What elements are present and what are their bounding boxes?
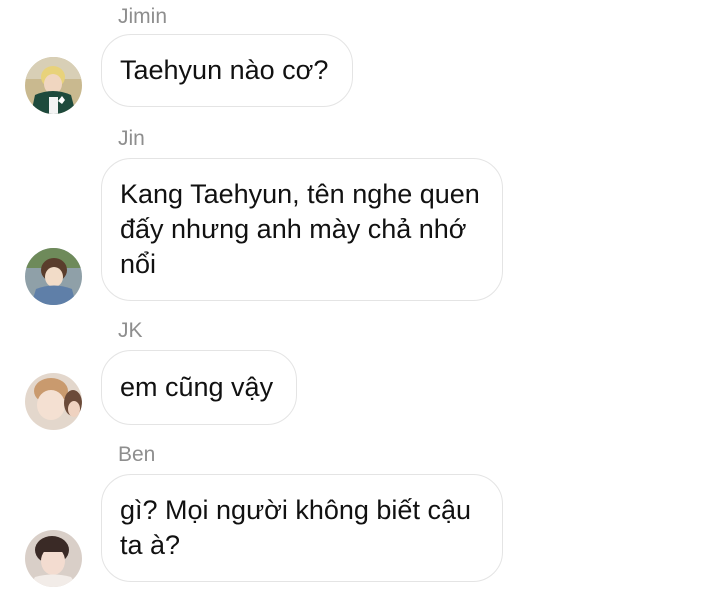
sender-name-jimin: Jimin	[118, 5, 168, 28]
avatar-jk[interactable]	[25, 373, 82, 430]
jimin-avatar-icon	[25, 57, 82, 114]
avatar-ben[interactable]	[25, 530, 82, 587]
message-text: Kang Taehyun, tên nghe quen đấy nhưng an…	[120, 179, 480, 279]
message-text: gì? Mọi người không biết cậu ta à?	[120, 495, 471, 560]
avatar-jimin[interactable]	[25, 57, 82, 114]
sender-name-jk: JK	[118, 319, 143, 342]
ben-avatar-icon	[25, 530, 82, 587]
message-text: Taehyun nào cơ?	[120, 55, 329, 85]
message-bubble-jin[interactable]: Kang Taehyun, tên nghe quen đấy nhưng an…	[101, 158, 503, 301]
jin-avatar-icon	[25, 248, 82, 305]
message-text: em cũng vậy	[120, 372, 274, 402]
message-bubble-jimin[interactable]: Taehyun nào cơ?	[101, 34, 353, 107]
message-bubble-ben[interactable]: gì? Mọi người không biết cậu ta à?	[101, 474, 503, 582]
sender-name-ben: Ben	[118, 443, 156, 466]
avatar-jin[interactable]	[25, 248, 82, 305]
jk-avatar-icon	[25, 373, 82, 430]
sender-name-jin: Jin	[118, 127, 145, 150]
message-bubble-jk[interactable]: em cũng vậy	[101, 350, 297, 425]
